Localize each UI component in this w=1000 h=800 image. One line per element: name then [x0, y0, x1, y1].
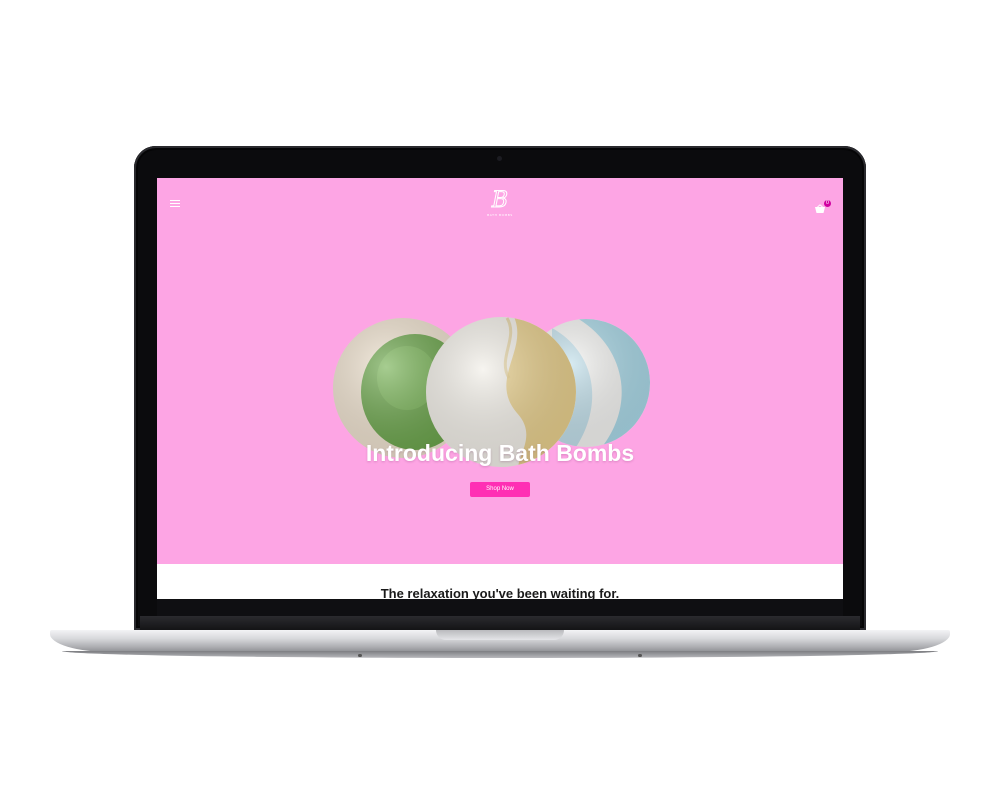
- bath-bombs-image: [333, 317, 650, 467]
- shop-now-button[interactable]: Shop Now: [470, 482, 530, 497]
- laptop-mockup: B BATH BOMBS 0 Introducing Bath Bombs Sh…: [0, 0, 1000, 800]
- trackpad-notch: [436, 630, 564, 640]
- laptop-base-edge: [62, 651, 938, 658]
- section-tagline: The relaxation you've been waiting for.: [380, 586, 620, 599]
- camera-dot: [497, 156, 502, 161]
- hero-section: B BATH BOMBS 0 Introducing Bath Bombs Sh…: [157, 178, 843, 564]
- laptop-foot: [638, 654, 642, 657]
- screen-bottom-bezel: [157, 599, 843, 616]
- laptop-screen: B BATH BOMBS 0 Introducing Bath Bombs Sh…: [157, 178, 843, 599]
- hero-title: Introducing Bath Bombs: [365, 440, 635, 466]
- laptop-foot: [358, 654, 362, 657]
- laptop-hinge: [140, 616, 860, 630]
